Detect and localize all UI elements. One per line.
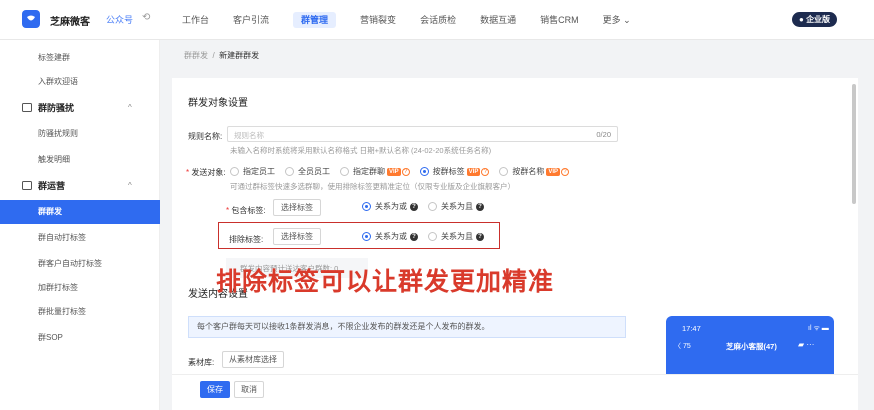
breadcrumb-parent[interactable]: 群群发 bbox=[184, 51, 208, 60]
sidebar: 标签建群 入群欢迎语 群防骚扰 ^ 防骚扰规则 触发明细 群运营 ^ 群群发 群自动打标签 群客户自… bbox=[0, 40, 160, 410]
material-select-button[interactable]: 从素材库选择 bbox=[222, 351, 284, 368]
help-icon[interactable]: ? bbox=[401, 167, 410, 176]
rule-name-input[interactable]: 规则名称 0/20 bbox=[227, 126, 618, 142]
vip-badge: VIP bbox=[387, 167, 401, 176]
breadcrumb-separator: / bbox=[212, 51, 215, 60]
sidebar-item-7[interactable]: 群自动打标签 bbox=[0, 226, 160, 250]
exclude-relation-group: 关系为或? 关系为且? bbox=[362, 231, 494, 242]
include-tag-label: * 包含标签: bbox=[226, 206, 266, 215]
include-select-tag-button[interactable]: 选择标签 bbox=[273, 199, 321, 216]
main-nav: 工作台 客户引流 群管理 营销裂变 会话质检 数据互通 销售CRM 更多 ⌄ bbox=[170, 0, 643, 40]
rule-name-counter: 0/20 bbox=[596, 130, 611, 139]
rule-name-label: 规则名称: bbox=[188, 132, 223, 141]
help-icon[interactable]: ? bbox=[476, 202, 484, 211]
help-icon[interactable]: ? bbox=[481, 167, 490, 176]
material-label: 素材库: bbox=[188, 358, 215, 367]
target-hint: 可通过群标签快速多选群聊，使用排除标签更精准定位（仅限专业版及企业旗舰客户） bbox=[230, 182, 515, 191]
help-icon[interactable]: ? bbox=[410, 232, 418, 241]
exclude-tag-label: 排除标签: bbox=[229, 235, 264, 244]
nav-item-0[interactable]: 工作台 bbox=[170, 0, 221, 40]
exclude-select-tag-button[interactable]: 选择标签 bbox=[273, 228, 321, 245]
brand-logo-icon[interactable] bbox=[22, 10, 40, 28]
target-label: * 发送对象: bbox=[186, 168, 226, 177]
sidebar-item-4[interactable]: 触发明细 bbox=[0, 148, 160, 172]
target-radio-group: 指定员工 全员员工 指定群聊 VIP? 按群标签 VIP? 按群名称 VIP? bbox=[230, 166, 579, 177]
nav-item-1[interactable]: 客户引流 bbox=[221, 0, 281, 40]
sidebar-item-10[interactable]: 群批量打标签 bbox=[0, 300, 160, 324]
overlay-caption: 排除标签可以让群发更加精准 bbox=[216, 267, 555, 296]
help-icon[interactable]: ? bbox=[410, 202, 418, 211]
exclude-relation-or[interactable]: 关系为或? bbox=[362, 231, 418, 242]
sidebar-item-1[interactable]: 入群欢迎语 bbox=[0, 70, 160, 94]
top-navbar: 芝麻微客 公众号 ⟲ 工作台 客户引流 群管理 营销裂变 会话质检 数据互通 销售CRM 更多… bbox=[0, 0, 874, 40]
chat-icon bbox=[22, 181, 32, 190]
notice-banner: 每个客户群每天可以接收1条群发消息，不限企业发布的群发还是个人发布的群发。 bbox=[188, 316, 626, 338]
nav-item-2[interactable]: 群管理 bbox=[281, 0, 348, 40]
brand-name: 芝麻微客 bbox=[50, 17, 90, 28]
switch-account-icon[interactable]: ⟲ bbox=[142, 12, 150, 23]
phone-menu-icon: ▰ ··· bbox=[798, 340, 815, 349]
nav-item-7[interactable]: 更多 ⌄ bbox=[591, 0, 643, 40]
exclude-relation-and[interactable]: 关系为且? bbox=[428, 231, 484, 242]
help-icon[interactable]: ? bbox=[561, 167, 570, 176]
phone-chat-title: 芝麻小客服(47) bbox=[726, 342, 777, 351]
nav-item-5[interactable]: 数据互通 bbox=[468, 0, 528, 40]
collapse-caret-icon[interactable]: ^ bbox=[128, 96, 132, 120]
cancel-button[interactable]: 取消 bbox=[234, 381, 264, 398]
phone-preview: 17:47 ıl ᯤ ▬ 〈 75 芝麻小客服(47) ▰ ··· bbox=[666, 316, 834, 374]
save-button[interactable]: 保存 bbox=[200, 381, 230, 398]
vip-badge: VIP bbox=[466, 167, 481, 176]
sidebar-group-5[interactable]: 群运营 ^ bbox=[0, 174, 160, 198]
sidebar-item-6[interactable]: 群群发 bbox=[0, 200, 160, 224]
target-option-0[interactable]: 指定员工 bbox=[230, 166, 275, 177]
sidebar-item-0[interactable]: 标签建群 bbox=[0, 46, 160, 70]
help-icon[interactable]: ? bbox=[476, 232, 484, 241]
sidebar-item-8[interactable]: 群客户自动打标签 bbox=[0, 252, 160, 276]
phone-time: 17:47 bbox=[682, 324, 701, 333]
target-option-4[interactable]: 按群名称 VIP? bbox=[499, 166, 570, 177]
edition-badge[interactable]: ● 企业版 bbox=[792, 12, 838, 27]
sidebar-item-9[interactable]: 加群打标签 bbox=[0, 276, 160, 300]
back-icon: 〈 75 bbox=[674, 343, 691, 350]
sidebar-item-3[interactable]: 防骚扰规则 bbox=[0, 122, 160, 146]
nav-item-6[interactable]: 销售CRM bbox=[528, 0, 591, 40]
scrollbar-thumb[interactable] bbox=[852, 84, 856, 204]
rule-name-hint: 未输入名称时系统将采用默认名称格式 日期+默认名称 (24-02-20系统任务名… bbox=[230, 146, 492, 155]
breadcrumb: 群群发 / 新建群群发 bbox=[184, 50, 259, 61]
signal-icon: ıl ᯤ ▬ bbox=[808, 325, 829, 332]
include-relation-and[interactable]: 关系为且? bbox=[428, 201, 484, 212]
form-footer bbox=[172, 374, 858, 410]
target-option-3[interactable]: 按群标签 VIP? bbox=[419, 166, 490, 177]
nav-item-3[interactable]: 营销裂变 bbox=[348, 0, 408, 40]
collapse-caret-icon[interactable]: ^ bbox=[128, 174, 132, 198]
include-relation-group: 关系为或? 关系为且? bbox=[362, 201, 494, 212]
breadcrumb-current: 新建群群发 bbox=[219, 51, 260, 60]
section-title-target: 群发对象设置 bbox=[188, 98, 248, 109]
target-option-2[interactable]: 指定群聊 VIP? bbox=[340, 166, 410, 177]
target-option-1[interactable]: 全员员工 bbox=[285, 166, 330, 177]
rule-name-placeholder: 规则名称 bbox=[234, 131, 264, 140]
shield-icon bbox=[22, 103, 32, 112]
account-type[interactable]: 公众号 bbox=[106, 13, 133, 26]
sidebar-group-2[interactable]: 群防骚扰 ^ bbox=[0, 96, 160, 120]
sidebar-item-11[interactable]: 群SOP bbox=[0, 326, 160, 350]
nav-item-4[interactable]: 会话质检 bbox=[408, 0, 468, 40]
vip-badge: VIP bbox=[546, 167, 561, 176]
include-relation-or[interactable]: 关系为或? bbox=[362, 201, 418, 212]
